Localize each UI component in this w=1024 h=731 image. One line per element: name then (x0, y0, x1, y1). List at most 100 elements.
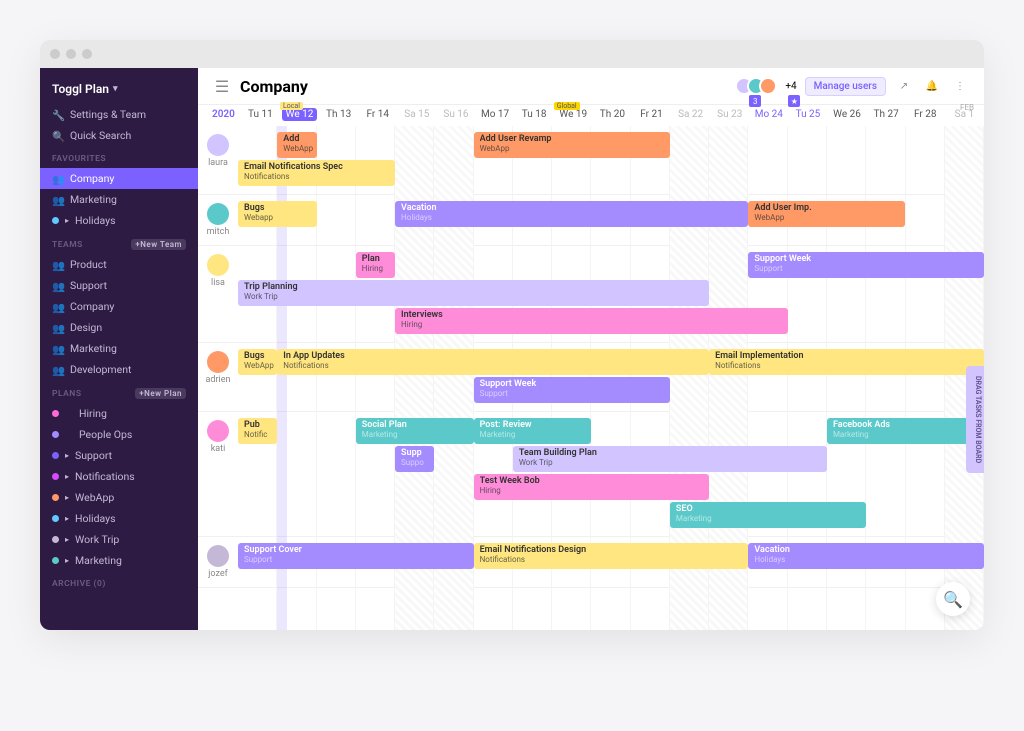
sidebar-item-work-trip[interactable]: ▸Work Trip (40, 529, 198, 550)
task-bar[interactable]: Team Building PlanWork Trip (513, 446, 827, 472)
sidebar-item-design[interactable]: 👥Design (40, 317, 198, 338)
sidebar-item-marketing[interactable]: 👥 Marketing (40, 189, 198, 210)
sidebar-item-label: Product (70, 258, 107, 271)
day-column[interactable]: Fr 14 (358, 109, 397, 120)
sidebar-item-marketing[interactable]: ▸Marketing (40, 550, 198, 571)
task-bar[interactable]: Post: ReviewMarketing (474, 418, 592, 444)
task-bar[interactable]: BugsWebApp (238, 349, 277, 375)
new-team-button[interactable]: +New Team (131, 239, 186, 250)
share-icon[interactable]: ↗ (894, 76, 914, 96)
search-link[interactable]: 🔍Quick Search (40, 125, 198, 146)
day-column[interactable]: Fr 21 (632, 109, 671, 120)
task-bar[interactable]: Email Notifications DesignNotifications (474, 543, 749, 569)
member-avatars[interactable] (741, 77, 777, 95)
task-bar[interactable]: InterviewsHiring (395, 308, 788, 334)
new-plan-button[interactable]: +New Plan (135, 388, 186, 399)
sidebar-item-company[interactable]: 👥Company (40, 296, 198, 317)
day-column[interactable]: Mo 17 (476, 109, 515, 120)
person-header[interactable]: mitch (198, 195, 238, 245)
day-column[interactable]: Fr 28 (906, 109, 945, 120)
person-header[interactable]: jozef (198, 537, 238, 587)
sidebar-item-development[interactable]: 👥Development (40, 359, 198, 380)
task-bar[interactable]: Test Week BobHiring (474, 474, 710, 500)
manage-users-button[interactable]: Manage users (805, 77, 886, 96)
task-bar[interactable]: In App UpdatesNotifications (277, 349, 709, 375)
filter-icon[interactable]: ☰ (212, 76, 232, 96)
task-bar[interactable]: BugsWebapp (238, 201, 317, 227)
sidebar-item-support[interactable]: ▸Support (40, 445, 198, 466)
timeline-grid[interactable]: laura AddWebApp Add User RevampWebApp Email… (198, 126, 984, 630)
task-bar[interactable]: VacationHolidays (395, 201, 748, 227)
task-bar[interactable]: PubNotific (238, 418, 277, 444)
year-label[interactable]: 2020 (212, 109, 235, 120)
day-column[interactable]: We 12Local (280, 109, 319, 120)
day-column[interactable]: Th 27 (867, 109, 906, 120)
task-project: Hiring (480, 486, 704, 495)
sidebar-item-notifications[interactable]: ▸Notifications (40, 466, 198, 487)
task-bar[interactable]: SEOMarketing (670, 502, 866, 528)
day-column[interactable]: We 19Global (554, 109, 593, 120)
task-bar[interactable]: Add User Imp.WebApp (748, 201, 905, 227)
milestone-pin[interactable]: ★ (788, 95, 800, 107)
settings-link[interactable]: 🔧Settings & Team (40, 104, 198, 125)
day-column[interactable]: Tu 18 (515, 109, 554, 120)
task-bar[interactable]: PlanHiring (356, 252, 395, 278)
day-column[interactable]: Tu 11 (241, 109, 280, 120)
person-header[interactable]: lisa (198, 246, 238, 342)
sidebar-item-people-ops[interactable]: People Ops (40, 424, 198, 445)
drag-from-board-tab[interactable]: DRAG TASKS FROM BOARD (966, 366, 984, 473)
task-bar[interactable]: Add User RevampWebApp (474, 132, 670, 158)
milestone-pin[interactable]: 3 (749, 95, 761, 107)
sidebar-item-holidays[interactable]: ▸ Holidays (40, 210, 198, 231)
sidebar-item-company[interactable]: 👥 Company (40, 168, 198, 189)
task-bar[interactable]: AddWebApp (277, 132, 316, 158)
local-badge: Local (280, 102, 303, 110)
max-dot[interactable] (82, 49, 92, 59)
day-column[interactable]: Su 23 (710, 109, 749, 120)
sidebar-item-marketing[interactable]: 👥Marketing (40, 338, 198, 359)
task-bar[interactable]: Facebook AdsMarketing (827, 418, 984, 444)
task-bar[interactable]: Support WeekSupport (748, 252, 984, 278)
bell-icon[interactable]: 🔔 (922, 76, 942, 96)
sidebar-item-label: Company (70, 300, 114, 313)
sidebar-item-hiring[interactable]: Hiring (40, 403, 198, 424)
brand-menu[interactable]: Toggl Plan (40, 78, 198, 104)
day-column[interactable]: Th 20 (593, 109, 632, 120)
day-column[interactable]: Th 13 (319, 109, 358, 120)
task-bar[interactable]: Support CoverSupport (238, 543, 474, 569)
sidebar-item-label: Work Trip (75, 533, 119, 546)
task-bar[interactable]: SuppSuppo (395, 446, 434, 472)
day-column[interactable]: Tu 25★ (788, 109, 827, 120)
min-dot[interactable] (66, 49, 76, 59)
task-bar[interactable]: Trip PlanningWork Trip (238, 280, 709, 306)
day-column[interactable]: We 26 (828, 109, 867, 120)
sidebar-item-webapp[interactable]: ▸WebApp (40, 487, 198, 508)
day-column[interactable]: Sa 22 (671, 109, 710, 120)
zoom-button[interactable]: 🔍 (936, 582, 970, 616)
person-header[interactable]: adrien (198, 343, 238, 411)
sidebar-item-support[interactable]: 👥Support (40, 275, 198, 296)
plan-dot-icon (52, 494, 59, 501)
person-header[interactable]: laura (198, 126, 238, 194)
day-column[interactable]: Sa 15 (397, 109, 436, 120)
person-header[interactable]: kati (198, 412, 238, 536)
task-project: Notifications (283, 361, 703, 370)
task-bar[interactable]: Support WeekSupport (474, 377, 670, 403)
task-title: Email Implementation (715, 351, 978, 361)
task-bar[interactable]: Email Notifications SpecNotifications (238, 160, 395, 186)
sidebar-item-holidays[interactable]: ▸Holidays (40, 508, 198, 529)
avatar (207, 254, 229, 276)
task-project: Notifications (480, 555, 743, 564)
day-column[interactable]: Mo 243 (749, 109, 788, 120)
task-title: Email Notifications Spec (244, 162, 389, 172)
more-icon[interactable]: ⋮ (950, 76, 970, 96)
task-bar[interactable]: VacationHolidays (748, 543, 984, 569)
task-project: Holidays (754, 555, 978, 564)
task-bar[interactable]: Email ImplementationNotifications (709, 349, 984, 375)
close-dot[interactable] (50, 49, 60, 59)
sidebar-item-product[interactable]: 👥Product (40, 254, 198, 275)
day-column[interactable]: Su 16 (436, 109, 475, 120)
person-row: katiPubNotific Social PlanMarketingPost: … (198, 412, 984, 537)
task-bar[interactable]: Social PlanMarketing (356, 418, 474, 444)
sidebar-item-label: Marketing (70, 342, 117, 355)
